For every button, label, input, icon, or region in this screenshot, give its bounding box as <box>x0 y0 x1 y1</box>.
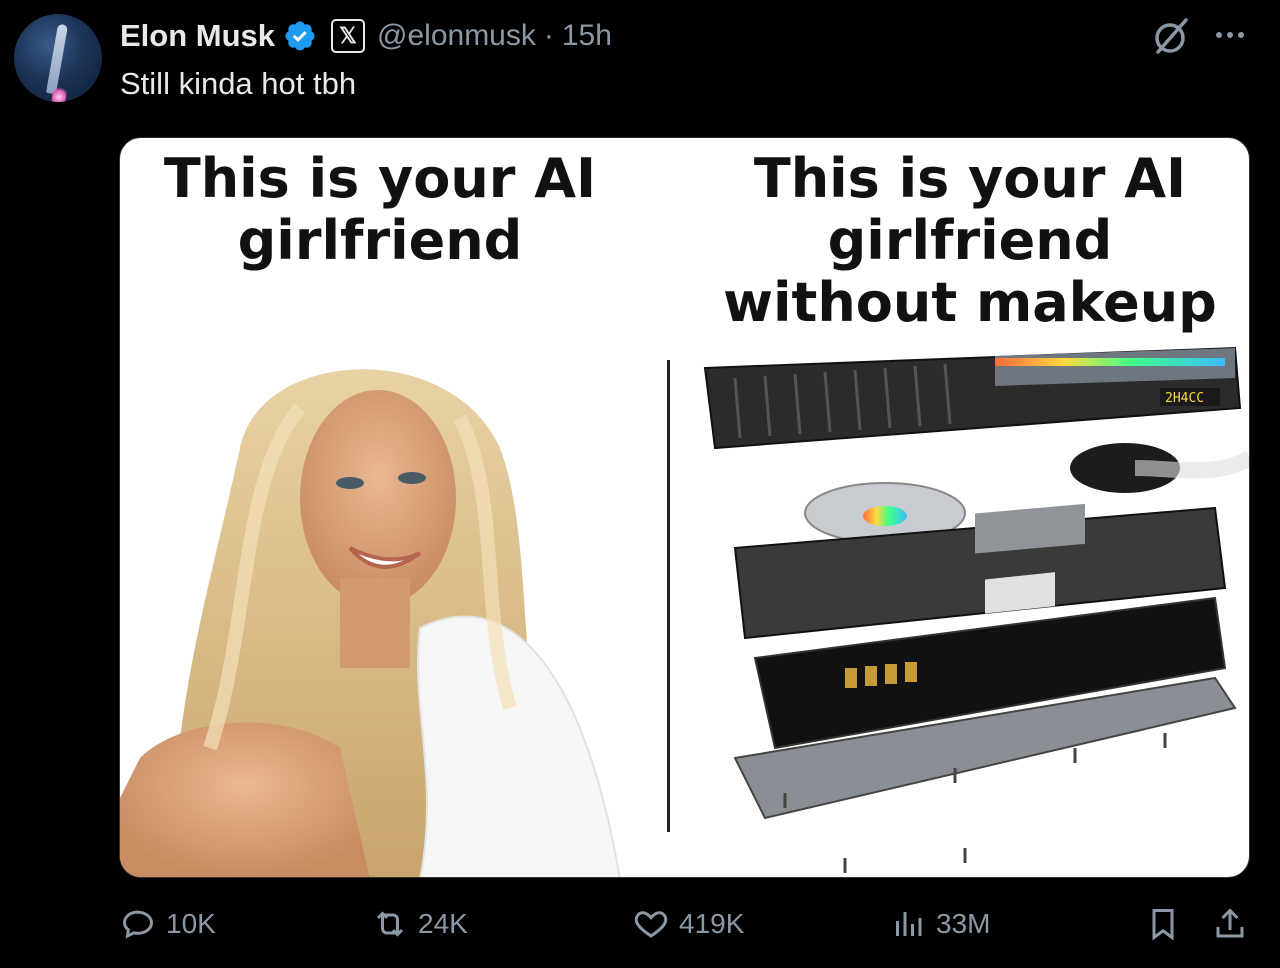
retweet-count: 24K <box>418 908 468 939</box>
retweet-button[interactable]: 24K <box>372 906 468 942</box>
left-caption: This is your AI girlfriend <box>163 147 597 272</box>
reply-icon <box>122 910 154 939</box>
gpu-display-text: 2H4CC <box>1165 391 1204 406</box>
grok-icon[interactable] <box>1150 14 1194 58</box>
more-icon[interactable] <box>1210 20 1250 50</box>
x-affiliate-badge-icon: 𝕏 <box>331 19 366 53</box>
views-icon <box>896 912 922 936</box>
woman-photo <box>120 369 621 877</box>
reply-button[interactable]: 10K <box>120 906 216 942</box>
right-caption: This is your AI girlfriend without makeu… <box>723 147 1217 334</box>
tweet-actions-bar: 10K 24K 419K 33M <box>0 900 1280 960</box>
image-divider <box>667 360 670 832</box>
retweet-icon <box>376 911 404 937</box>
views-button[interactable]: 33M <box>890 906 990 942</box>
avatar[interactable] <box>14 14 102 102</box>
share-icon <box>1216 908 1244 938</box>
bookmark-button[interactable] <box>1145 906 1181 942</box>
post-time[interactable]: 15h <box>562 19 612 53</box>
verified-badge-icon <box>285 21 315 51</box>
reply-count: 10K <box>166 908 216 939</box>
gpu-exploded-view-image: 2H4CC <box>703 346 1249 873</box>
author-name[interactable]: Elon Musk <box>120 18 275 54</box>
share-button[interactable] <box>1212 906 1248 942</box>
tweet-text: Still kinda hot tbh <box>120 66 357 101</box>
tweet-media-image[interactable]: This is your AI girlfriend This is your … <box>119 137 1250 878</box>
like-button[interactable]: 419K <box>633 906 744 942</box>
heart-icon <box>634 911 668 938</box>
separator-dot: · <box>543 19 554 52</box>
bookmark-icon <box>1152 909 1174 941</box>
tweet-header: Elon Musk 𝕏 @elonmusk · 15h <box>120 16 612 56</box>
like-count: 419K <box>679 908 745 939</box>
view-count: 33M <box>936 908 991 939</box>
rocket-flame-graphic <box>50 84 68 102</box>
rocket-graphic <box>45 23 69 95</box>
author-handle[interactable]: @elonmusk <box>377 19 536 53</box>
